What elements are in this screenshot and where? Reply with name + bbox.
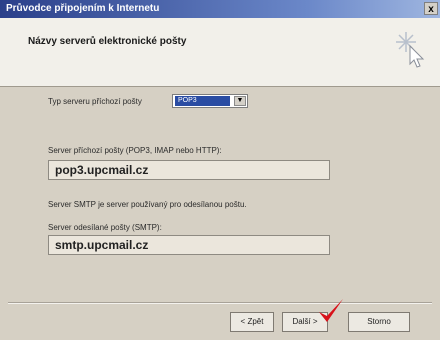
incoming-type-select[interactable]: POP3 ▼ bbox=[172, 94, 248, 108]
outgoing-server-field[interactable]: smtp.upcmail.cz bbox=[48, 235, 330, 255]
incoming-type-label: Typ serveru příchozí pošty bbox=[48, 97, 142, 106]
title-bar: Průvodce připojením k Internetu x bbox=[0, 0, 440, 18]
incoming-server-field[interactable]: pop3.upcmail.cz bbox=[48, 160, 330, 180]
outgoing-server-label: Server odesílané pošty (SMTP): bbox=[48, 223, 162, 232]
smtp-info-text: Server SMTP je server používaný pro odes… bbox=[48, 200, 247, 209]
window-title: Průvodce připojením k Internetu bbox=[6, 3, 160, 14]
close-button[interactable]: x bbox=[424, 2, 438, 15]
checkmark-icon bbox=[319, 299, 343, 322]
chevron-down-icon[interactable]: ▼ bbox=[234, 96, 246, 106]
incoming-type-value: POP3 bbox=[175, 96, 230, 106]
back-button[interactable]: < Zpět bbox=[230, 312, 274, 332]
footer-divider bbox=[8, 302, 432, 304]
wizard-icon bbox=[396, 32, 425, 68]
wizard-header: Názvy serverů elektronické pošty bbox=[0, 18, 440, 87]
page-heading: Názvy serverů elektronické pošty bbox=[28, 36, 187, 47]
cancel-button[interactable]: Storno bbox=[348, 312, 410, 332]
incoming-server-label: Server příchozí pošty (POP3, IMAP nebo H… bbox=[48, 146, 222, 155]
